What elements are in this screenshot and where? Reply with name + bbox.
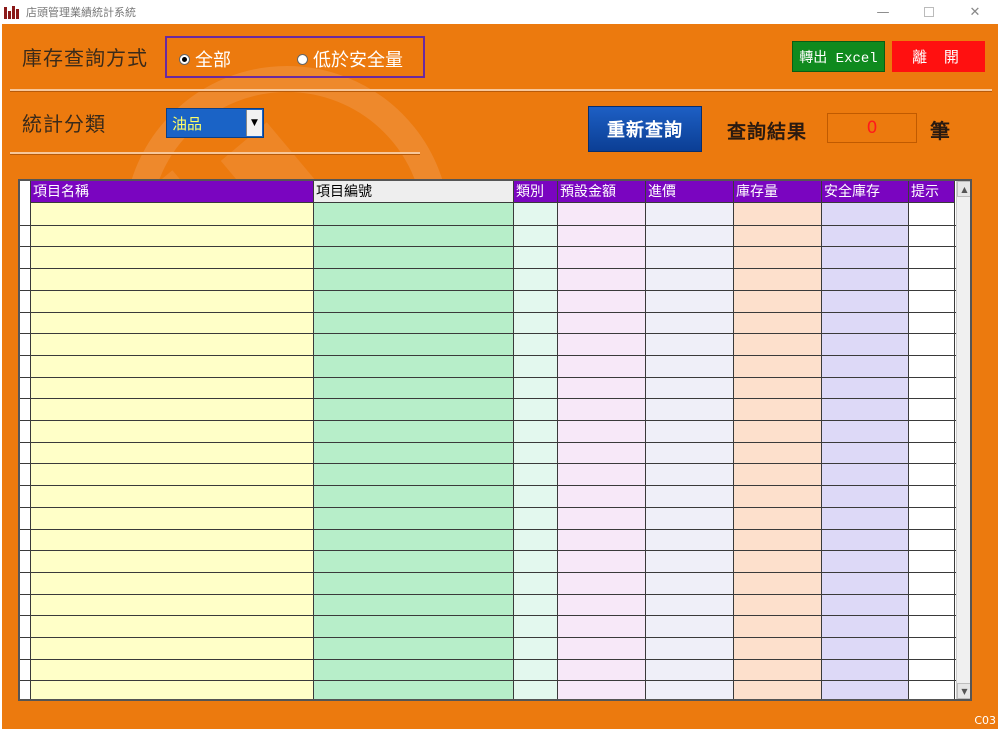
column-header[interactable]: 提示 xyxy=(909,181,955,203)
table-row-divider xyxy=(20,507,956,508)
radio-selected-icon xyxy=(179,53,190,65)
category-select[interactable]: 油品 ▼ xyxy=(166,108,264,138)
window-title: 店頭管理業績統計系統 xyxy=(26,6,136,19)
title-bar: 店頭管理業績統計系統 — ✕ xyxy=(0,0,1000,24)
arrow-up-icon[interactable]: ▲ xyxy=(957,181,970,197)
column-header[interactable]: 安全庫存 xyxy=(822,181,909,203)
maximize-button[interactable] xyxy=(906,0,952,24)
table-row-divider xyxy=(20,615,956,616)
result-unit: 筆 xyxy=(930,119,950,143)
query-mode-label: 庫存查詢方式 xyxy=(22,46,148,70)
exit-button[interactable]: 離 開 xyxy=(892,41,985,72)
requery-button[interactable]: 重新查詢 xyxy=(588,106,702,152)
form-code: C03 xyxy=(974,714,996,727)
grid-column[interactable] xyxy=(314,203,514,699)
column-header[interactable]: 預設金額 xyxy=(558,181,646,203)
inventory-grid[interactable]: 項目名稱 項目編號 類別 預設金額 進價 庫存量 安全庫存 提示 ▲ ▼ xyxy=(18,179,972,701)
arrow-down-icon[interactable]: ▼ xyxy=(957,683,970,699)
grid-column[interactable] xyxy=(514,203,558,699)
table-row-divider xyxy=(20,290,956,291)
result-label: 查詢結果 xyxy=(727,121,808,143)
table-row-divider xyxy=(20,225,956,226)
close-button[interactable]: ✕ xyxy=(952,0,998,24)
table-row-divider xyxy=(20,312,956,313)
grid-column[interactable] xyxy=(558,203,646,699)
table-row-divider xyxy=(20,680,956,681)
radio-all[interactable]: 全部 xyxy=(179,46,231,72)
table-row-divider xyxy=(20,420,956,421)
grid-column[interactable] xyxy=(909,203,955,699)
radio-unselected-icon xyxy=(297,53,308,65)
vertical-scrollbar[interactable]: ▲ ▼ xyxy=(956,181,970,699)
table-row-divider xyxy=(20,529,956,530)
column-header[interactable]: 項目名稱 xyxy=(31,181,314,203)
category-select-value: 油品 xyxy=(172,114,203,133)
table-row-divider xyxy=(20,572,956,573)
divider xyxy=(10,152,420,155)
table-row-divider xyxy=(20,442,956,443)
table-row-divider xyxy=(20,377,956,378)
column-header[interactable]: 庫存量 xyxy=(734,181,822,203)
grid-column[interactable] xyxy=(822,203,909,699)
grid-column[interactable] xyxy=(734,203,822,699)
column-header[interactable]: 類別 xyxy=(514,181,558,203)
column-header[interactable]: 進價 xyxy=(646,181,734,203)
main-form: 庫存查詢方式 全部 低於安全量 轉出 Excel 離 開 統計分類 油品 ▼ 重… xyxy=(2,24,998,729)
table-row-divider xyxy=(20,355,956,356)
table-row-divider xyxy=(20,550,956,551)
table-row-divider xyxy=(20,637,956,638)
query-mode-group: 全部 低於安全量 xyxy=(165,36,425,78)
bar-chart-icon xyxy=(4,5,20,19)
chevron-down-icon[interactable]: ▼ xyxy=(246,110,262,136)
row-selector-column[interactable] xyxy=(20,181,31,699)
table-row-divider xyxy=(20,485,956,486)
table-row-divider xyxy=(20,463,956,464)
maximize-icon xyxy=(924,7,934,17)
table-row-divider xyxy=(20,246,956,247)
radio-below-safety[interactable]: 低於安全量 xyxy=(297,46,403,72)
table-row-divider xyxy=(20,594,956,595)
table-row-divider xyxy=(20,268,956,269)
table-row-divider xyxy=(20,659,956,660)
grid-body: 項目名稱 項目編號 類別 預設金額 進價 庫存量 安全庫存 提示 xyxy=(20,181,956,699)
radio-all-label: 全部 xyxy=(195,50,231,71)
category-label: 統計分類 xyxy=(22,112,106,136)
grid-column[interactable] xyxy=(31,203,314,699)
column-header[interactable]: 項目編號 xyxy=(314,181,514,203)
divider xyxy=(10,89,992,92)
table-row-divider xyxy=(20,398,956,399)
grid-column[interactable] xyxy=(646,203,734,699)
minimize-button[interactable]: — xyxy=(860,0,906,24)
table-row-divider xyxy=(20,333,956,334)
export-excel-button[interactable]: 轉出 Excel xyxy=(792,41,885,72)
result-count: 0 xyxy=(827,113,917,143)
radio-below-safety-label: 低於安全量 xyxy=(313,50,403,71)
